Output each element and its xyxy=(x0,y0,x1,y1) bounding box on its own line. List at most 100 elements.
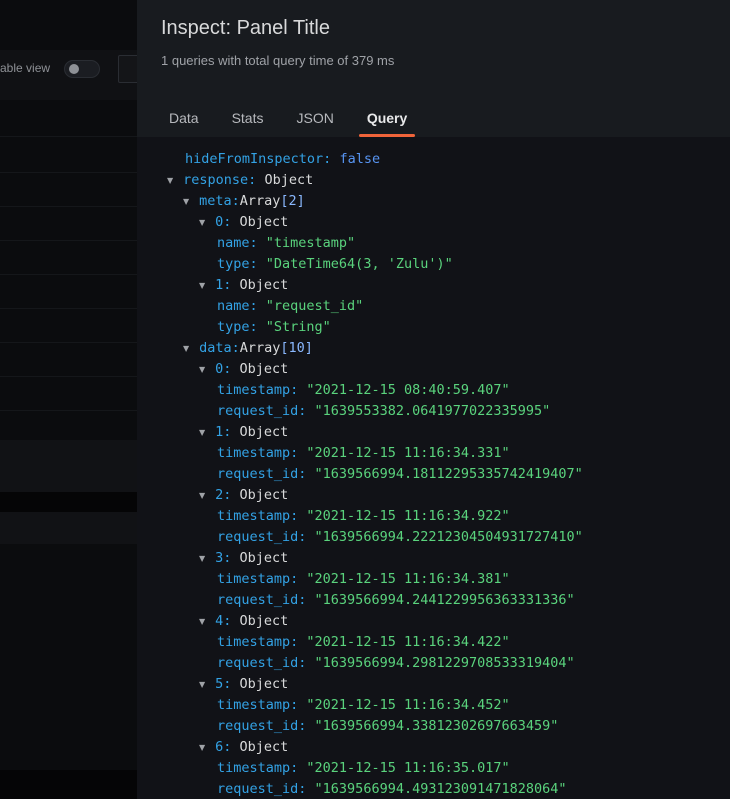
tree-row-meta-item[interactable]: ▼ 1: Object xyxy=(199,275,288,296)
divider xyxy=(0,274,137,275)
table-view-switch[interactable] xyxy=(64,60,100,78)
tree-value: "1639566994.493123091471828064" xyxy=(314,781,567,797)
caret-down-icon[interactable]: ▼ xyxy=(167,170,175,191)
background-panel-row xyxy=(0,512,137,544)
tree-value: "2021-12-15 11:16:34.452" xyxy=(306,697,510,713)
tree-key: request_id: xyxy=(217,592,307,608)
tab-query[interactable]: Query xyxy=(358,100,416,137)
tab-data[interactable]: Data xyxy=(161,100,207,137)
tree-row-field: timestamp: "2021-12-15 08:40:59.407" xyxy=(217,380,510,401)
tree-row-field: request_id: "1639553382.0641977022335995… xyxy=(217,401,550,422)
tree-index: 3: xyxy=(215,550,232,566)
tree-type: Array xyxy=(239,340,281,356)
tree-value: "2021-12-15 11:16:34.331" xyxy=(306,445,510,461)
tree-row-response[interactable]: ▼ response: Object xyxy=(167,170,313,191)
tree-key: request_id: xyxy=(217,781,307,797)
tree-key: request_id: xyxy=(217,403,307,419)
tree-key: timestamp: xyxy=(217,571,299,587)
tree-value: "String" xyxy=(265,319,331,335)
tree-value: "2021-12-15 11:16:34.922" xyxy=(306,508,510,524)
caret-down-icon[interactable]: ▼ xyxy=(199,737,207,758)
caret-down-icon[interactable]: ▼ xyxy=(199,674,207,695)
tree-key: request_id: xyxy=(217,529,307,545)
tree-row-meta-item[interactable]: ▼ 0: Object xyxy=(199,212,288,233)
tree-type: Object xyxy=(239,676,289,692)
tree-type: Object xyxy=(239,361,289,377)
tree-key: request_id: xyxy=(217,466,307,482)
background-panel-header xyxy=(0,440,137,492)
tree-value: "2021-12-15 11:16:35.017" xyxy=(306,760,510,776)
divider xyxy=(0,172,137,173)
tree-type: Object xyxy=(239,550,289,566)
inspect-drawer: Inspect: Panel Title 1 queries with tota… xyxy=(137,0,730,799)
tree-row-data-item[interactable]: ▼ 4: Object xyxy=(199,611,288,632)
tree-key: name: xyxy=(217,298,258,314)
tree-type: Object xyxy=(239,739,289,755)
tree-index: 1: xyxy=(215,277,232,293)
tree-type: Object xyxy=(239,487,289,503)
tree-key: meta: xyxy=(199,193,240,209)
tree-row-field: timestamp: "2021-12-15 11:16:34.381" xyxy=(217,569,510,590)
tree-value: "1639566994.2981229708533319404" xyxy=(314,655,575,671)
tree-row-field: request_id: "1639566994.2981229708533319… xyxy=(217,653,575,674)
tree-key: timestamp: xyxy=(217,445,299,461)
caret-down-icon[interactable]: ▼ xyxy=(199,422,207,443)
caret-down-icon[interactable]: ▼ xyxy=(199,485,207,506)
caret-down-icon[interactable]: ▼ xyxy=(199,275,207,296)
tree-type: Object xyxy=(264,172,314,188)
divider xyxy=(0,410,137,411)
tree-type: Object xyxy=(239,277,289,293)
divider xyxy=(0,376,137,377)
caret-down-icon[interactable]: ▼ xyxy=(183,191,191,212)
tab-json[interactable]: JSON xyxy=(288,100,341,137)
tree-type: Object xyxy=(239,613,289,629)
caret-down-icon[interactable]: ▼ xyxy=(199,212,207,233)
tree-row-data-item[interactable]: ▼ 5: Object xyxy=(199,674,288,695)
tree-type: Object xyxy=(239,424,289,440)
tree-row-meta[interactable]: ▼ meta:Array[2] xyxy=(183,191,305,212)
tree-key: request_id: xyxy=(217,655,307,671)
tree-row-data-item[interactable]: ▼ 1: Object xyxy=(199,422,288,443)
background-button[interactable] xyxy=(118,55,137,83)
inspect-tabs: Data Stats JSON Query xyxy=(161,100,432,137)
tree-row-field: timestamp: "2021-12-15 11:16:34.452" xyxy=(217,695,510,716)
tree-key: timestamp: xyxy=(217,697,299,713)
tree-key: name: xyxy=(217,235,258,251)
tree-row-data-item[interactable]: ▼ 2: Object xyxy=(199,485,288,506)
tree-index: 2: xyxy=(215,487,232,503)
tree-length: [2] xyxy=(280,193,305,209)
tree-key: timestamp: xyxy=(217,634,299,650)
tree-index: 0: xyxy=(215,214,232,230)
tree-type: Object xyxy=(239,214,289,230)
caret-down-icon[interactable]: ▼ xyxy=(199,548,207,569)
caret-down-icon[interactable]: ▼ xyxy=(199,359,207,380)
tree-row-data-item[interactable]: ▼ 3: Object xyxy=(199,548,288,569)
tree-row-data-item[interactable]: ▼ 0: Object xyxy=(199,359,288,380)
tree-key: response: xyxy=(183,172,257,188)
tree-row-data-item[interactable]: ▼ 6: Object xyxy=(199,737,288,758)
switch-knob xyxy=(69,64,79,74)
tree-value: "timestamp" xyxy=(265,235,356,251)
tree-value: "2021-12-15 08:40:59.407" xyxy=(306,382,510,398)
caret-down-icon[interactable]: ▼ xyxy=(199,611,207,632)
tree-row-field: timestamp: "2021-12-15 11:16:34.922" xyxy=(217,506,510,527)
tree-key: timestamp: xyxy=(217,382,299,398)
tree-value: "request_id" xyxy=(265,298,364,314)
drawer-title: Inspect: Panel Title xyxy=(161,17,330,39)
tree-row-field: request_id: "1639566994.3381230269766345… xyxy=(217,716,558,737)
divider xyxy=(0,206,137,207)
tree-index: 5: xyxy=(215,676,232,692)
tree-value: "DateTime64(3, 'Zulu')" xyxy=(265,256,453,272)
tree-key: data: xyxy=(199,340,240,356)
tree-key: request_id: xyxy=(217,718,307,734)
tree-row-field: timestamp: "2021-12-15 11:16:34.422" xyxy=(217,632,510,653)
caret-down-icon[interactable]: ▼ xyxy=(183,338,191,359)
tree-row-field: request_id: "1639566994.4931230914718280… xyxy=(217,779,567,799)
drawer-header: Inspect: Panel Title 1 queries with tota… xyxy=(137,0,730,137)
tree-value: "1639553382.0641977022335995" xyxy=(314,403,551,419)
tree-index: 4: xyxy=(215,613,232,629)
tree-row-data[interactable]: ▼ data:Array[10] xyxy=(183,338,313,359)
tab-stats[interactable]: Stats xyxy=(224,100,272,137)
divider xyxy=(0,240,137,241)
tree-row-field: type: "DateTime64(3, 'Zulu')" xyxy=(217,254,453,275)
